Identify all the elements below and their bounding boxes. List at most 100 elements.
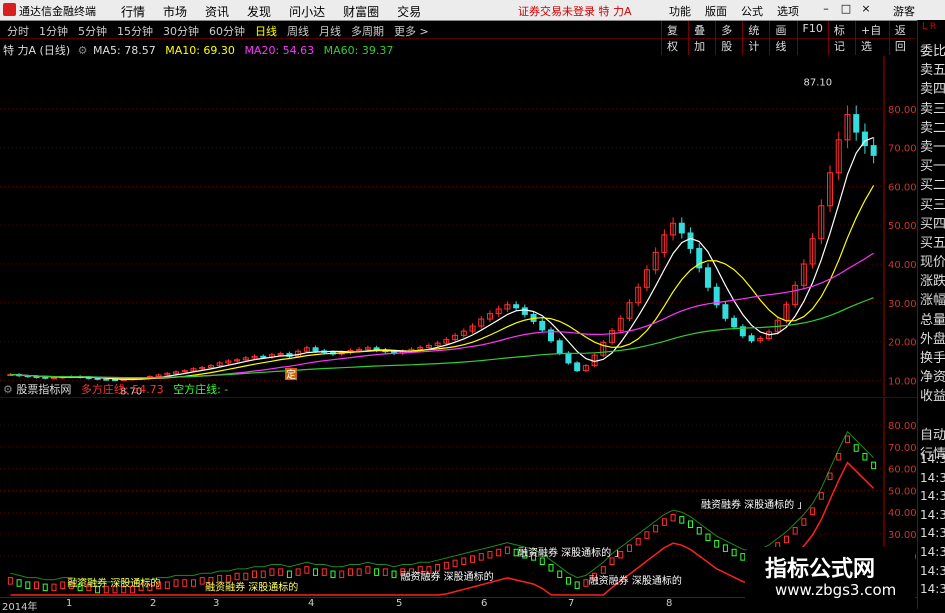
candle-body <box>870 145 877 156</box>
indicator-bar <box>452 559 458 568</box>
tab-5min[interactable]: 5分钟 <box>73 22 112 40</box>
menu-item-wealth[interactable]: 财富圈 <box>334 0 388 20</box>
tab-weekly[interactable]: 周线 <box>282 22 314 40</box>
indicator-bar <box>496 548 502 557</box>
indicator-bar <box>783 535 789 544</box>
menu-item-options[interactable]: 选项 <box>770 0 806 19</box>
indicator-annotation: 融资融券 深股通标的 <box>589 574 682 587</box>
indicator-bar <box>574 581 580 589</box>
indicator-name: 股票指标网 <box>16 383 72 396</box>
quote-field: 买二 <box>920 178 945 194</box>
menu-item-formula[interactable]: 公式 <box>734 0 770 19</box>
close-icon[interactable]: × <box>860 3 872 15</box>
event-marker-label: 定 <box>286 368 296 381</box>
quote-field: 卖三 <box>920 101 945 117</box>
tool-add-watchlist[interactable]: +自选 <box>854 21 889 55</box>
indicator-bar <box>487 550 493 559</box>
tick-time: 14:35 <box>920 507 945 522</box>
minimize-icon[interactable]: – <box>820 3 832 15</box>
price-chart[interactable]: 80.00 70.00 60.00 50.00 40.00 30.00 20.00 10.00… <box>0 56 917 396</box>
indicator-bar <box>670 513 676 522</box>
tab-monthly[interactable]: 月线 <box>314 22 346 40</box>
quote-field: 买四 <box>920 216 945 232</box>
indicator-bar <box>25 581 31 589</box>
quote-field-list: 委比 卖五 卖四 卖三 卖二 卖一 买一 买二 买三 买四 买五 现价 涨跌 涨… <box>918 42 945 464</box>
menu-item-market[interactable]: 市场 <box>154 0 196 20</box>
tick-time: 14:35 <box>920 526 945 541</box>
tool-draw-line[interactable]: 画线 <box>769 21 796 55</box>
tab-daily[interactable]: 日线 <box>250 22 282 40</box>
indicator-bar <box>443 561 449 570</box>
short-line-label: 空方庄线: - <box>173 383 229 396</box>
indicator-bar <box>853 444 859 452</box>
indicator-bar <box>661 518 667 526</box>
indicator-bar <box>269 568 275 576</box>
indicator-bar <box>470 555 476 563</box>
tab-1min[interactable]: 1分钟 <box>34 22 73 40</box>
tab-15min[interactable]: 15分钟 <box>112 22 158 40</box>
tool-multi-stock[interactable]: 多股 <box>715 21 742 55</box>
date-axis-label: 7 <box>568 598 575 609</box>
right-menu: 功能 版面 公式 选项 <box>662 0 806 19</box>
candle-body <box>853 114 860 133</box>
indicator-bar <box>722 544 728 552</box>
quote-field: 卖一 <box>920 139 945 155</box>
guest-user[interactable]: 游客 <box>893 3 915 19</box>
indicator-bar <box>7 577 13 585</box>
candle-body <box>748 335 755 342</box>
tab-intraday[interactable]: 分时 <box>2 22 34 40</box>
menu-item-functions[interactable]: 功能 <box>662 0 698 19</box>
candle-body <box>312 347 319 352</box>
quote-field <box>918 407 945 426</box>
date-axis-label: 8 <box>666 598 673 609</box>
quote-field: 买三 <box>920 197 945 213</box>
y-tick-label: 60.00 <box>888 465 917 476</box>
indicator-bar <box>836 452 842 461</box>
tab-multi-period[interactable]: 多周期 <box>346 22 389 40</box>
stock-terminal-window: 通达信金融终端 行情 市场 资讯 发现 问小达 财富圈 交易 证券交易未登录 特… <box>0 0 945 613</box>
tool-mark[interactable]: 标记 <box>827 21 855 55</box>
indicator-bar <box>252 570 258 579</box>
menu-item-trade[interactable]: 交易 <box>388 0 430 20</box>
tool-f10[interactable]: F10 <box>796 21 828 55</box>
menu-item-layout[interactable]: 版面 <box>698 0 734 19</box>
menu-item-news[interactable]: 资讯 <box>196 0 238 20</box>
indicator-bar <box>217 574 223 583</box>
indicator-bar <box>321 568 327 576</box>
main-menu: 行情 市场 资讯 发现 问小达 财富圈 交易 <box>112 0 430 20</box>
quote-field: 总量 <box>920 312 945 328</box>
auto-label[interactable]: 自动 <box>918 426 945 445</box>
indicator-bar <box>583 579 589 587</box>
quote-field: 买一 <box>920 159 945 175</box>
tick-time: 14:35 <box>920 489 945 504</box>
tick-time: 14:35 <box>920 582 945 597</box>
tab-60min[interactable]: 60分钟 <box>204 22 250 40</box>
tab-more[interactable]: 更多 > <box>389 22 434 40</box>
period-toolbar: 分时 1分钟 5分钟 15分钟 30分钟 60分钟 日线 周线 月线 多周期 更… <box>0 21 916 55</box>
tool-adjust[interactable]: 复权 <box>661 21 688 55</box>
candle-body <box>260 355 267 358</box>
y-tick-label: 20.00 <box>888 338 917 349</box>
lr-toggle[interactable]: L R <box>922 22 936 32</box>
indicator-bar <box>714 540 720 548</box>
indicator-bar <box>557 570 563 579</box>
tool-statistics[interactable]: 统计 <box>742 21 769 55</box>
menu-item-discover[interactable]: 发现 <box>238 0 280 20</box>
tool-overlay[interactable]: 叠加 <box>688 21 715 55</box>
tick-time: 14:35 <box>920 563 945 578</box>
indicator-bar <box>626 544 632 552</box>
indicator-bar <box>688 520 694 528</box>
maximize-icon[interactable]: □ <box>840 3 852 15</box>
tab-30min[interactable]: 30分钟 <box>158 22 204 40</box>
indicator-bar <box>164 581 170 589</box>
chart-tools: 复权 叠加 多股 统计 画线 F10 标记 +自选 返回 <box>661 21 916 55</box>
period-tabs: 分时 1分钟 5分钟 15分钟 30分钟 60分钟 日线 周线 月线 多周期 更… <box>2 22 434 40</box>
indicator-bar <box>225 574 231 583</box>
tool-back[interactable]: 返回 <box>888 21 916 55</box>
menu-item-ask[interactable]: 问小达 <box>280 0 334 20</box>
indicator-bar <box>382 568 388 576</box>
menu-item-quotes[interactable]: 行情 <box>112 0 154 20</box>
gear-icon[interactable]: ⚙ <box>3 383 13 396</box>
indicator-annotation: 融资融券 深股通标的 」 <box>701 498 807 511</box>
indicator-bar <box>862 452 868 461</box>
